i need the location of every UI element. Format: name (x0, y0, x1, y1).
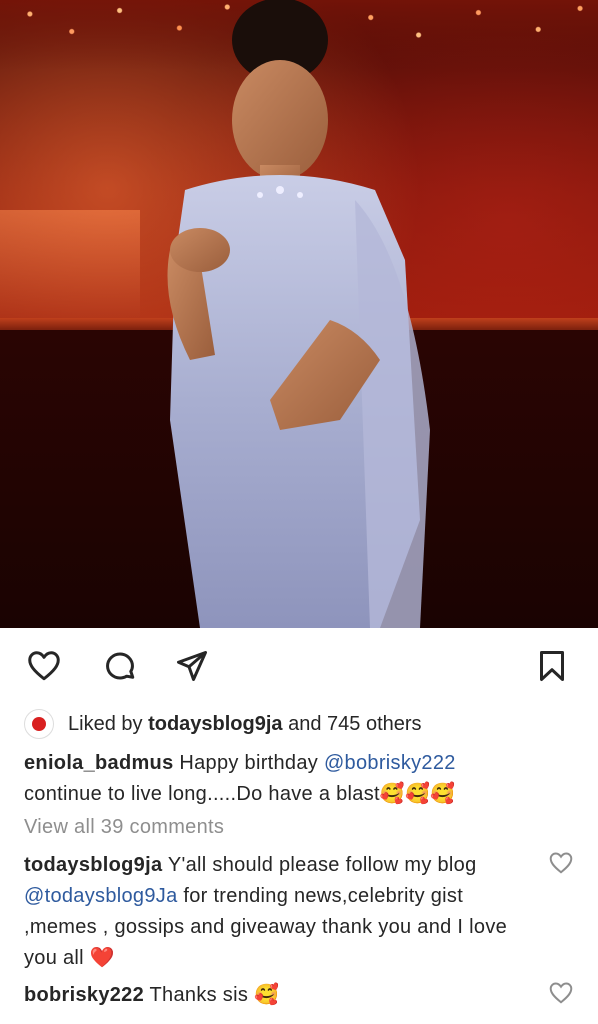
comment-item: bobrisky222 Thanks sis 🥰 (24, 980, 524, 1011)
view-all-comments-link[interactable]: View all 39 comments (24, 816, 224, 839)
liker-username[interactable]: todaysblog9ja (148, 713, 282, 736)
comment-username[interactable]: bobrisky222 (24, 984, 144, 1006)
comment-text: Thanks sis 🥰 (149, 984, 280, 1006)
caption-mention[interactable]: @bobrisky222 (324, 752, 456, 774)
heart-icon (28, 651, 60, 681)
comment-item: todaysblog9ja Y'all should please follow… (24, 850, 524, 974)
woman-in-sequin-gown (167, 0, 430, 628)
post-photo[interactable] (0, 0, 598, 628)
save-button[interactable] (532, 646, 572, 686)
caption-username[interactable]: eniola_badmus (24, 752, 174, 774)
comment-button[interactable] (100, 646, 140, 686)
comment-text-before: Y'all should please follow my blog (167, 854, 477, 876)
like-button[interactable] (24, 646, 64, 686)
comment-like-heart-icon[interactable] (548, 980, 574, 1006)
avatar-image (32, 717, 46, 731)
comment-username[interactable]: todaysblog9ja (24, 854, 162, 876)
post-caption: eniola_badmus Happy birthday @bobrisky22… (24, 748, 564, 810)
comment-bubble-icon (106, 652, 135, 680)
likes-summary[interactable]: Liked by todaysblog9ja and 745 others (24, 708, 422, 740)
caption-text-before: Happy birthday (179, 752, 319, 774)
caption-text-after: continue to live long.....Do have a blas… (24, 783, 456, 805)
comment-like-heart-icon[interactable] (548, 850, 574, 876)
comment-mention[interactable]: @todaysblog9Ja (24, 885, 178, 907)
likes-prefix: Liked by (68, 712, 143, 735)
bookmark-icon (540, 651, 564, 681)
post-actions-bar (0, 640, 598, 692)
paper-plane-icon (177, 651, 207, 681)
share-button[interactable] (172, 646, 212, 686)
likes-count[interactable]: and 745 others (288, 713, 421, 736)
glass-shelf (0, 210, 140, 330)
liker-avatar[interactable] (24, 709, 54, 739)
